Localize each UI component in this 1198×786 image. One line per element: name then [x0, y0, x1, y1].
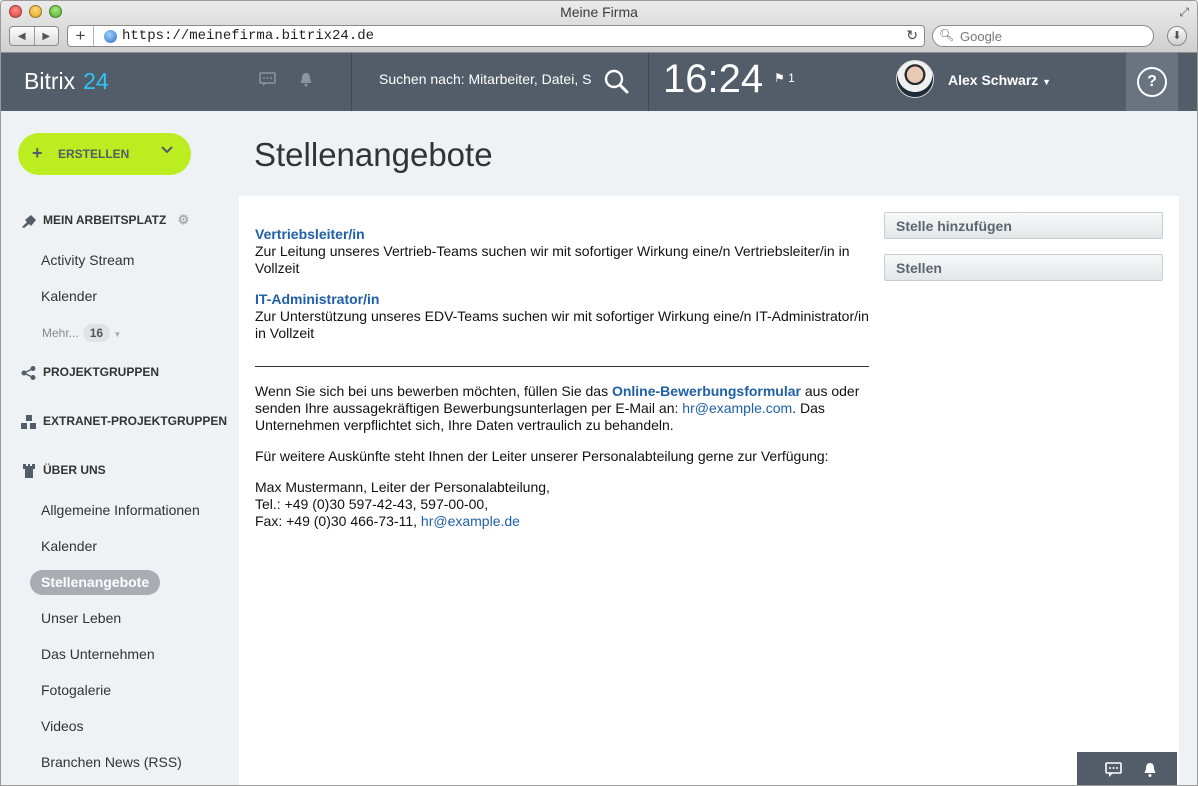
header-divider: [351, 53, 352, 111]
sidebar-item-company[interactable]: Das Unternehmen: [41, 646, 155, 662]
bell-icon[interactable]: [299, 72, 313, 90]
sidebar-item-photo-gallery[interactable]: Fotogalerie: [41, 682, 111, 698]
sidebar-item-general-info[interactable]: Allgemeine Informationen: [41, 502, 200, 518]
search-icon[interactable]: [603, 66, 629, 96]
section-projects[interactable]: PROJEKTGRUPPEN: [21, 365, 159, 380]
reload-icon[interactable]: ↻: [906, 27, 918, 44]
url-text[interactable]: https://meinefirma.bitrix24.de: [122, 28, 374, 44]
plus-icon: +: [32, 143, 43, 163]
tower-icon: [21, 463, 37, 478]
avatar[interactable]: [896, 60, 934, 98]
flag-count: 1: [788, 71, 795, 85]
contact-name: Max Mustermann, Leiter der Personalabtei…: [255, 479, 550, 495]
divider: [255, 366, 869, 367]
create-label: ERSTELLEN: [58, 147, 130, 161]
browser-window: Meine Firma ⤢ ◀ ▶ + https://meinefirma.b…: [0, 0, 1198, 786]
sidebar-item-our-life[interactable]: Unser Leben: [41, 610, 121, 626]
sidebar-item-job-offers[interactable]: Stellenangebote: [30, 570, 161, 595]
contact-email-link[interactable]: hr@example.de: [421, 513, 520, 529]
job-title-link[interactable]: Vertriebsleiter/in: [255, 226, 365, 242]
fullscreen-icon[interactable]: ⤢: [1179, 5, 1189, 20]
add-job-button[interactable]: Stelle hinzufügen: [884, 212, 1163, 239]
job-title-link[interactable]: IT-Administrator/in: [255, 291, 379, 307]
blocks-icon: [21, 414, 37, 429]
apply-paragraph: Wenn Sie sich bei uns bewerben möchten, …: [255, 383, 860, 433]
flag-counter[interactable]: ⚑ 1: [774, 71, 795, 85]
download-icon[interactable]: ⬇: [1167, 26, 1187, 46]
user-menu[interactable]: Alex Schwarz ▼: [948, 72, 1051, 88]
more-button[interactable]: Mehr... 16 ▼: [42, 324, 121, 342]
sidebar-item-calendar[interactable]: Kalender: [41, 288, 97, 304]
globe-icon: [104, 30, 117, 43]
content-area: Vertriebsleiter/in Zur Leitung unseres V…: [239, 196, 1179, 785]
sidebar-item-videos[interactable]: Videos: [41, 718, 84, 734]
job-entry: IT-Administrator/in Zur Unterstützung un…: [255, 291, 869, 342]
bell-icon[interactable]: [1143, 762, 1159, 778]
header-search-input[interactable]: Suchen nach: Mitarbeiter, Datei, S: [379, 71, 593, 87]
application-form-link[interactable]: Online-Bewerbungsformular: [612, 383, 801, 399]
url-bar[interactable]: + https://meinefirma.bitrix24.de ↻: [67, 25, 925, 47]
contact-fax: Fax: +49 (0)30 466-73-11,: [255, 513, 421, 529]
create-button[interactable]: + ERSTELLEN: [18, 133, 191, 175]
chat-icon[interactable]: [1105, 762, 1122, 778]
job-description: Zur Leitung unseres Vertrieb-Teams suche…: [255, 243, 850, 276]
search-icon: 🔍︎: [939, 28, 955, 42]
bottom-toolbar: [1077, 752, 1177, 785]
share-icon: [21, 365, 37, 380]
section-about[interactable]: ÜBER UNS: [21, 463, 106, 478]
page-title: Stellenangebote: [254, 136, 493, 173]
contact-tel: Tel.: +49 (0)30 597-42-43, 597-00-00,: [255, 496, 489, 512]
browser-search-field[interactable]: 🔍︎ Google: [932, 25, 1154, 47]
caret-down-icon: ▼: [1042, 77, 1052, 87]
job-description: Zur Unterstützung unseres EDV-Teams such…: [255, 308, 869, 341]
pin-icon: [21, 214, 37, 228]
section-workspace[interactable]: MEIN ARBEITSPLATZ ⚙: [21, 212, 189, 228]
back-arrow-icon[interactable]: ◀: [10, 27, 35, 45]
app-header: Bitrix 24 Suchen nach: Mitarbeiter, Datei…: [1, 53, 1197, 111]
help-icon: ?: [1137, 67, 1167, 97]
section-extranet[interactable]: EXTRANET-PROJEKTGRUPPEN: [21, 414, 227, 429]
user-name: Alex Schwarz: [948, 72, 1039, 88]
sidebar-item-activity-stream[interactable]: Activity Stream: [41, 252, 134, 268]
sidebar-item-news-rss[interactable]: Branchen News (RSS): [41, 754, 182, 770]
logo-number: 24: [83, 68, 109, 94]
job-offers-text: Vertriebsleiter/in Zur Leitung unseres V…: [255, 226, 869, 544]
gear-icon[interactable]: ⚙: [178, 212, 190, 227]
job-entry: Vertriebsleiter/in Zur Leitung unseres V…: [255, 226, 869, 277]
flag-icon: ⚑: [774, 71, 785, 85]
caret-down-icon: ▼: [113, 330, 122, 339]
chat-icon[interactable]: [259, 72, 276, 90]
browser-nav-buttons: ◀ ▶: [9, 26, 59, 46]
window-title: Meine Firma: [560, 4, 638, 20]
contact-paragraph: Max Mustermann, Leiter der Personalabtei…: [255, 479, 869, 530]
hr-email-link[interactable]: hr@example.com: [682, 400, 792, 416]
header-divider: [648, 53, 649, 111]
more-count-badge: 16: [82, 324, 111, 342]
left-menu: + ERSTELLEN MEIN ARBEITSPLATZ ⚙ Activity…: [1, 111, 239, 785]
clock[interactable]: 16:24: [663, 57, 763, 102]
logo-text: Bitrix: [24, 68, 76, 94]
sidebar-item-about-calendar[interactable]: Kalender: [41, 538, 97, 554]
logo[interactable]: Bitrix 24: [24, 68, 109, 95]
browser-search-placeholder: Google: [960, 29, 1002, 44]
info-paragraph: Für weitere Auskünfte steht Ihnen der Le…: [255, 448, 829, 464]
forward-arrow-icon[interactable]: ▶: [35, 27, 59, 45]
jobs-button[interactable]: Stellen: [884, 254, 1163, 281]
chevron-down-icon: [160, 143, 174, 157]
help-button[interactable]: ?: [1126, 53, 1178, 111]
browser-titlebar: Meine Firma ⤢ ◀ ▶ + https://meinefirma.b…: [1, 1, 1197, 53]
add-bookmark-icon[interactable]: +: [68, 26, 94, 46]
